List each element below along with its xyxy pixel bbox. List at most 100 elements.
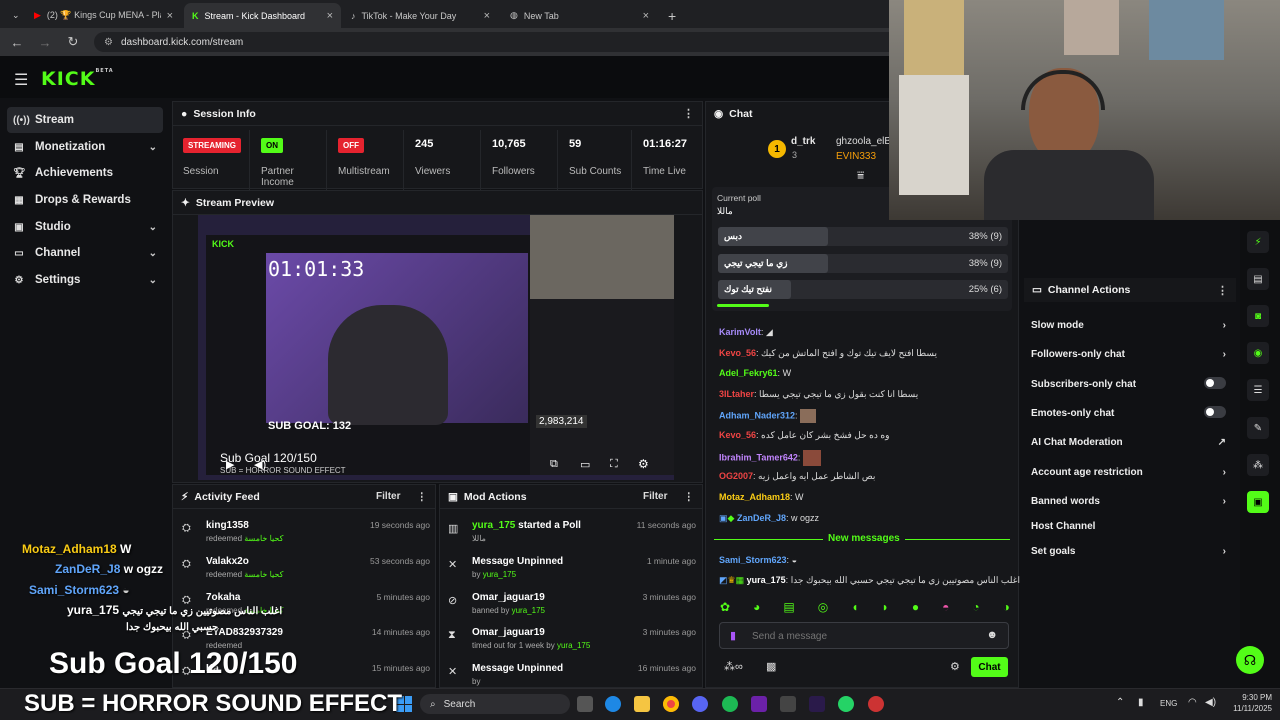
chat-message[interactable]: Ibrahim_Tamer642: (719, 450, 821, 466)
chat-username[interactable]: Adel_Fekry61 (719, 368, 778, 378)
emote-icon[interactable]: ◖ (851, 600, 858, 616)
chat-message[interactable]: ▣◆ ZanDeR_J8: w ogzz (719, 513, 819, 524)
emote-icon[interactable]: ◑ (1003, 600, 1010, 616)
emote-icon[interactable]: ◎ (818, 600, 828, 616)
chat-username[interactable]: Adham_Nader312 (719, 410, 795, 420)
send-chat-button[interactable]: Chat (971, 657, 1008, 677)
lightning-icon[interactable]: ⚡︎ (1247, 231, 1269, 253)
chat-username[interactable]: 3ILtaher (719, 389, 754, 399)
emote-icon[interactable]: ◔ (972, 600, 979, 616)
app-icon[interactable] (780, 696, 796, 712)
emote-icon[interactable]: ◓ (942, 600, 949, 616)
chat-message[interactable]: Kevo_56: وه ده حل فشخ بشر كان عامل كده (719, 430, 889, 441)
emoji-icon[interactable]: ☻ (986, 629, 998, 641)
slow-mode-row[interactable]: Slow mode › (1031, 320, 1226, 331)
close-icon[interactable]: × (484, 10, 490, 22)
chat-username[interactable]: Sami_Storm623 (719, 555, 787, 565)
chat-message[interactable]: Adel_Fekry61: W (719, 368, 791, 378)
obs-icon[interactable] (868, 696, 884, 712)
clipboard-icon[interactable]: ▤ (1247, 268, 1269, 290)
new-tab-button[interactable]: + (660, 3, 680, 28)
chat-message[interactable]: Kevo_56: يسطا افتح لايف تيك توك و افتح ا… (719, 348, 937, 359)
sidebar-item-monetization[interactable]: ▤ Monetization ⌄ (7, 134, 163, 160)
subscribers-only-toggle[interactable] (1204, 377, 1226, 389)
site-info-icon[interactable]: ⚙ (104, 37, 113, 48)
sidebar-item-settings[interactable]: ⚙ Settings ⌄ (7, 267, 163, 293)
chat-username[interactable]: Motaz_Adham18 (719, 492, 790, 502)
mod-row[interactable]: ⊘ Omar_jaguar19 banned by yura_175 3 minute… (448, 592, 696, 624)
emote-icon[interactable]: ▤ (783, 600, 794, 616)
reload-icon[interactable]: ↻ (66, 34, 80, 50)
emote-icon[interactable]: ✿ (720, 600, 730, 616)
users-icon[interactable]: ⁂ (1247, 454, 1269, 476)
tab-tiktok[interactable]: ♪ TikTok - Make Your Day × (343, 3, 498, 28)
whatsapp-icon[interactable] (838, 696, 854, 712)
url-field[interactable]: ⚙ dashboard.kick.com/stream (94, 32, 914, 52)
poll-option[interactable]: دبس 38% (9) (718, 227, 1008, 246)
mod-row[interactable]: ✕ Message Unpinned by yura_175 1 minute ago (448, 556, 696, 588)
task-view-icon[interactable] (577, 696, 593, 712)
followers-only-row[interactable]: Followers-only chat › (1031, 349, 1226, 360)
stream-preview-video[interactable]: KICK 01:01:33 SUB GOAL: 132 2,983,214 Su… (198, 215, 674, 480)
mod-row[interactable]: ⧗ Omar_jaguar19 timed out for 1 week by yu… (448, 627, 696, 659)
back-icon[interactable]: ← (10, 35, 24, 50)
activity-row[interactable]: ⛭ king1358 redeemed كحيا خامسة 19 seconds a… (182, 520, 430, 552)
clock[interactable]: 9:30 PM 11/11/2025 (1226, 692, 1272, 714)
chrome-icon[interactable] (663, 696, 679, 712)
top-gifter-name[interactable]: EVIN333 (836, 151, 876, 162)
sidebar-item-achievements[interactable]: 🏆︎ Achievements (7, 160, 163, 186)
chat-username[interactable]: yura_175 (747, 575, 786, 585)
poll-option[interactable]: نفتح تيك توك 25% (6) (718, 280, 1008, 299)
chat-message[interactable]: Sami_Storm623: ◒ (719, 555, 797, 565)
chat-message[interactable]: OG2007: بص الشاطر عمل ايه واعمل زيه (719, 471, 875, 482)
chest-icon[interactable]: ▩ (766, 660, 776, 673)
chat-input-box[interactable]: ▮ ☻ (719, 622, 1009, 649)
volume-icon[interactable]: ◀) (254, 458, 266, 471)
chat-message[interactable]: 3ILtaher: يسطا انا كنت بقول زي ما تيجي ت… (719, 389, 918, 400)
wrench-icon[interactable]: ✎ (1247, 417, 1269, 439)
language-indicator[interactable]: ENG (1160, 699, 1177, 708)
sidebar-item-drops[interactable]: ▦ Drops & Rewards (7, 187, 163, 213)
poll-option[interactable]: زي ما تيجي تيجي 38% (9) (718, 254, 1008, 273)
gear-icon[interactable]: ⚙ (950, 660, 960, 673)
chat-username[interactable]: Kevo_56 (719, 430, 756, 440)
mic-icon[interactable]: ▮ (730, 629, 736, 642)
account-age-row[interactable]: Account age restriction › (1031, 467, 1226, 478)
chat-bubble-icon[interactable]: ◙ (1247, 305, 1269, 327)
chat-username[interactable]: Ibrahim_Tamer642 (719, 452, 798, 462)
app-icon[interactable] (751, 696, 767, 712)
chat-message[interactable]: Motaz_Adham18: W (719, 492, 804, 502)
close-icon[interactable]: × (167, 10, 173, 22)
tab-list-button[interactable]: ⌄ (4, 3, 22, 28)
kick-logo[interactable]: KICKBETA (41, 68, 114, 90)
edge-icon[interactable] (605, 696, 621, 712)
theater-icon[interactable]: ▭ (580, 458, 590, 471)
emotes-only-toggle[interactable] (1204, 406, 1226, 418)
tab-kick-dashboard[interactable]: K Stream - Kick Dashboard × (184, 3, 341, 28)
chat-message[interactable]: ◩♛▦ yura_175: اغلب الناس مصوتيين زي ما ت… (719, 575, 1020, 586)
sidebar-item-studio[interactable]: ▣ Studio ⌄ (7, 214, 163, 240)
filter-button[interactable]: Filter (376, 491, 400, 502)
forward-icon[interactable]: → (38, 35, 52, 50)
close-icon[interactable]: × (327, 10, 333, 22)
banned-words-row[interactable]: Banned words › (1031, 496, 1226, 507)
close-icon[interactable]: × (643, 10, 649, 22)
more-icon[interactable]: ⋮ (417, 491, 428, 503)
fullscreen-icon[interactable]: ⛶ (610, 458, 618, 471)
mic-icon[interactable]: ▮ (1138, 697, 1144, 708)
play-icon[interactable]: ▶ (226, 458, 234, 471)
emote-icon[interactable]: ◗ (882, 600, 889, 616)
top-gifter-name[interactable]: d_trk (791, 136, 815, 147)
sidebar-item-stream[interactable]: ((•)) Stream (7, 107, 163, 133)
emote-icon[interactable]: ● (912, 600, 919, 616)
chat-username[interactable]: ZanDeR_J8 (737, 513, 786, 523)
pip-icon[interactable]: ⧉ (550, 458, 558, 471)
taskbar-search[interactable]: ⌕ Search (420, 694, 570, 714)
chat-message[interactable]: Adham_Nader312: (719, 409, 817, 423)
support-icon[interactable]: ☊ (1236, 646, 1264, 674)
more-icon[interactable]: ⋮ (1217, 284, 1228, 297)
file-explorer-icon[interactable] (634, 696, 650, 712)
menu-icon[interactable]: ☰ (14, 70, 28, 90)
emote-icon[interactable]: ◕ (753, 600, 760, 616)
app-icon[interactable]: ▣ (1247, 491, 1269, 513)
